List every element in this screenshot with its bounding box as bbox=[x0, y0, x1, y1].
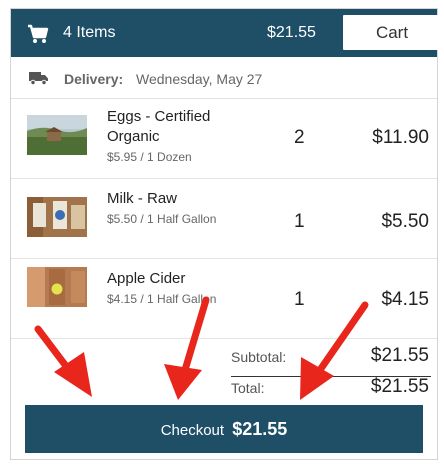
shopping-cart-icon bbox=[28, 24, 49, 43]
cart-header: 4 Items $21.55 Cart bbox=[11, 9, 441, 57]
product-name[interactable]: Apple Cider bbox=[107, 269, 237, 289]
product-line-price: $5.50 bbox=[381, 211, 429, 232]
cart-panel: 4 Items $21.55 Cart Delivery: Wednesday,… bbox=[10, 8, 441, 460]
item-count: 4 Items bbox=[63, 24, 116, 41]
product-unit-price: $5.50 / 1 Half Gallon bbox=[107, 212, 217, 226]
product-line-price: $4.15 bbox=[381, 289, 429, 310]
cart-item: Apple Cider $4.15 / 1 Half Gallon 1 $4.1… bbox=[11, 259, 437, 339]
delivery-date: Wednesday, May 27 bbox=[136, 71, 263, 87]
product-image-milk bbox=[27, 197, 87, 237]
product-line-price: $11.90 bbox=[372, 127, 429, 148]
checkout-amount: $21.55 bbox=[232, 418, 288, 439]
product-unit-price: $5.95 / 1 Dozen bbox=[107, 150, 192, 164]
cart-item: Eggs - Certified Organic $5.95 / 1 Dozen… bbox=[11, 99, 437, 179]
checkout-label: Checkout bbox=[160, 421, 225, 439]
total-value: $21.55 bbox=[370, 376, 429, 397]
truck-icon bbox=[29, 72, 48, 85]
cart-button[interactable]: Cart bbox=[343, 15, 441, 50]
subtotal-value: $21.55 bbox=[370, 345, 429, 366]
product-quantity[interactable]: 1 bbox=[294, 211, 305, 233]
checkout-button[interactable]: Checkout $21.55 bbox=[25, 405, 423, 453]
delivery-label: Delivery: bbox=[64, 71, 124, 87]
product-quantity[interactable]: 1 bbox=[294, 289, 305, 311]
product-quantity[interactable]: 2 bbox=[294, 127, 305, 149]
total-label: Total: bbox=[231, 380, 265, 396]
cart-item: Milk - Raw $5.50 / 1 Half Gallon 1 $5.50 bbox=[11, 179, 437, 259]
product-image-apple-cider bbox=[27, 267, 87, 307]
product-unit-price: $4.15 / 1 Half Gallon bbox=[107, 292, 217, 306]
delivery-info: Delivery: Wednesday, May 27 bbox=[11, 57, 437, 99]
product-name[interactable]: Milk - Raw bbox=[107, 189, 237, 209]
header-total: $21.55 bbox=[267, 24, 316, 41]
product-image-eggs bbox=[27, 115, 87, 155]
subtotal-label: Subtotal: bbox=[231, 349, 287, 365]
product-name[interactable]: Eggs - Certified Organic bbox=[107, 107, 237, 147]
